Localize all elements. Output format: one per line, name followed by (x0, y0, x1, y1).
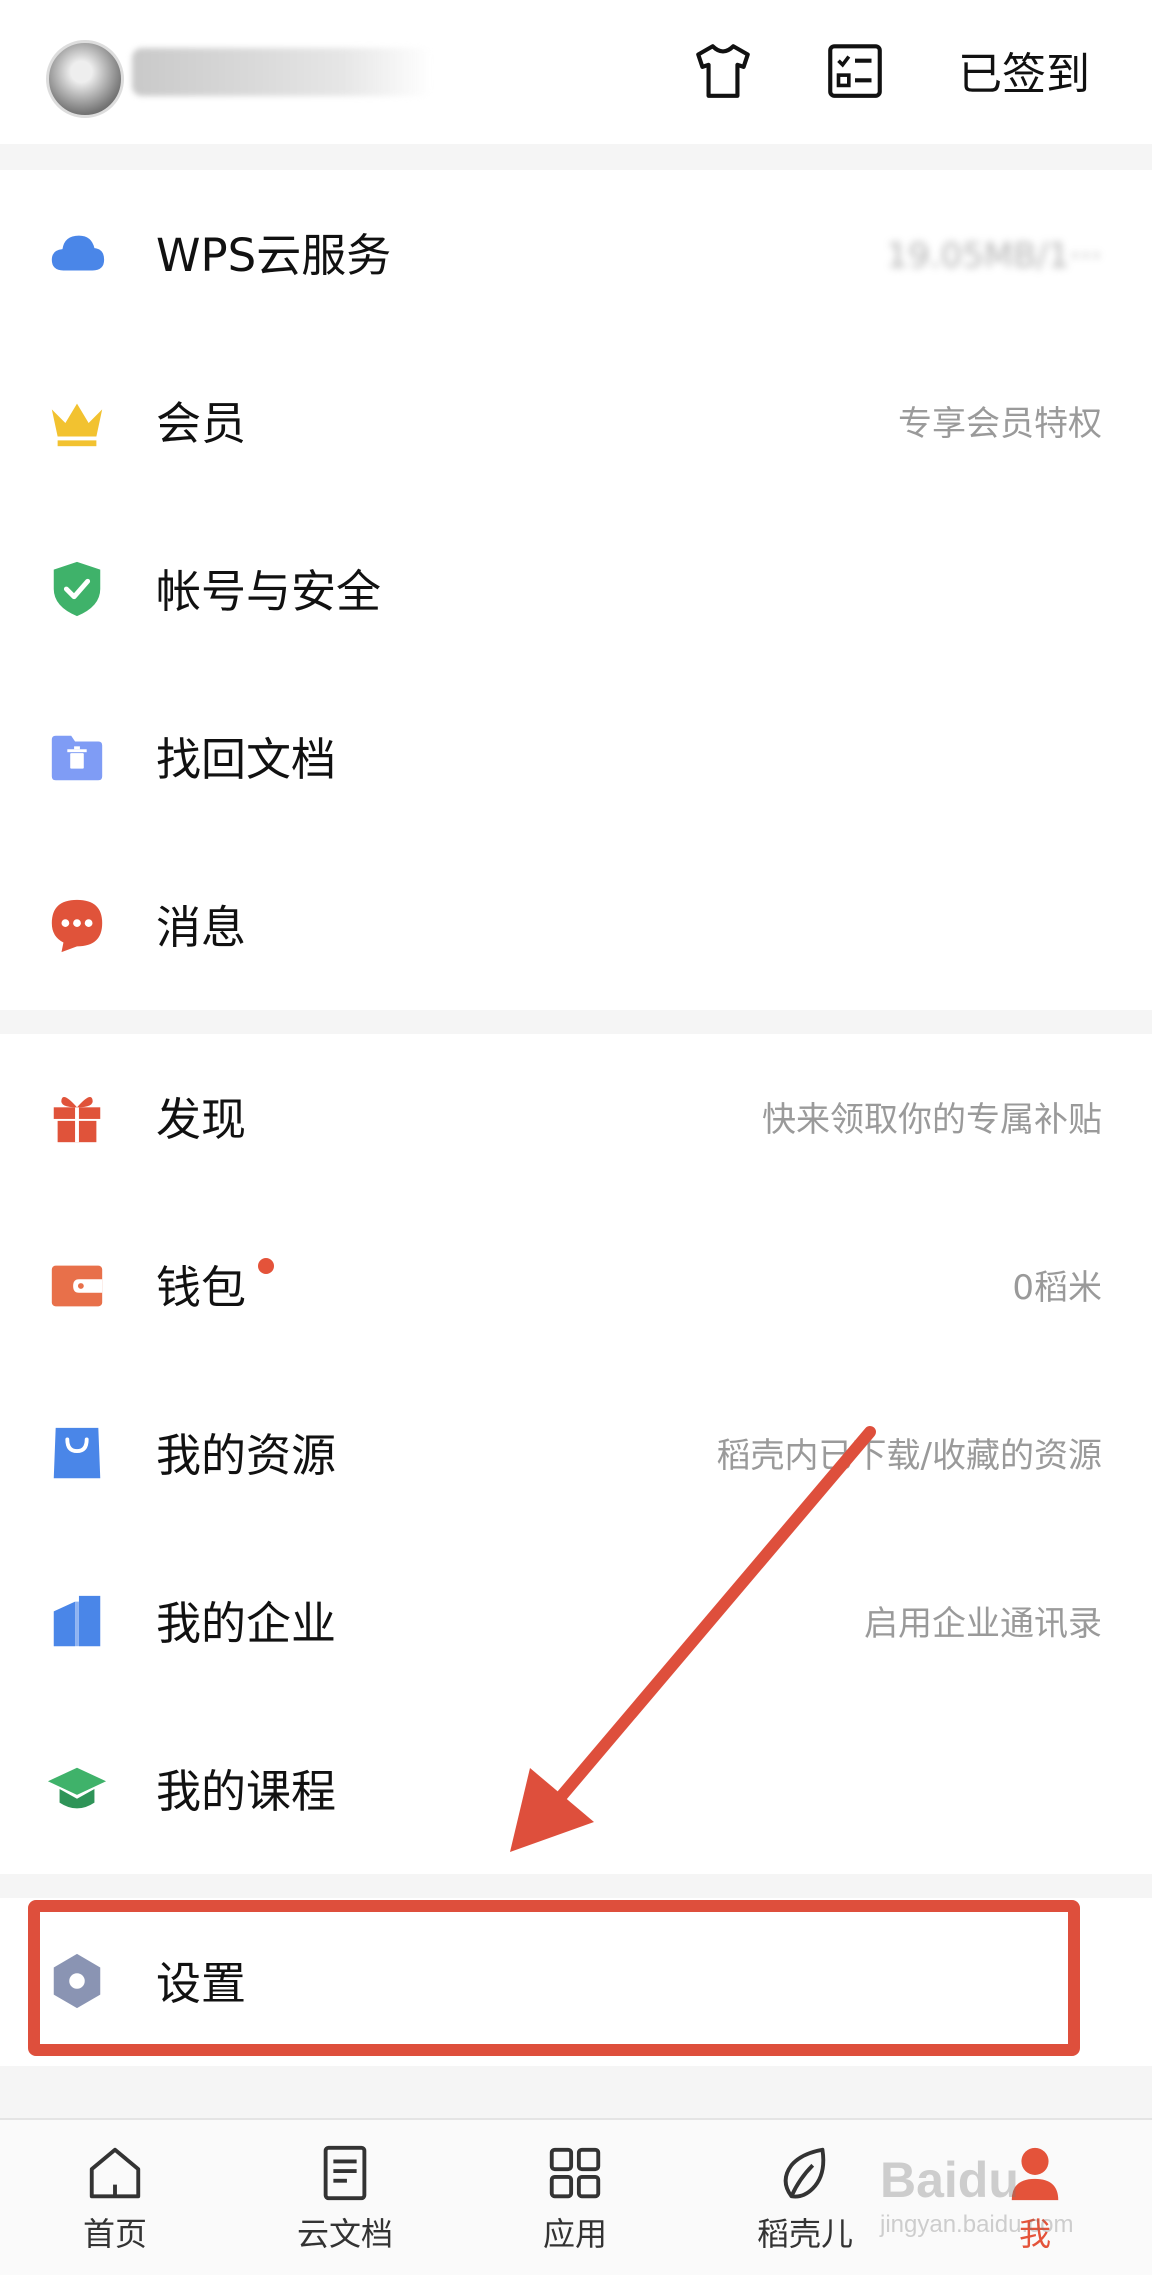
menu-label: 发现 (156, 1093, 247, 1146)
avatar[interactable] (46, 40, 124, 118)
signin-status[interactable]: 已签到 (958, 40, 1090, 110)
username[interactable]: ······ (132, 48, 432, 96)
menu-label: 钱包 (156, 1261, 247, 1314)
menu-label: 我的资源 (156, 1429, 337, 1482)
tab-label: 云文档 (296, 2215, 393, 2253)
menu-item-my-resources[interactable]: 我的资源 稻壳内已下载/收藏的资源 (0, 1370, 1152, 1538)
home-icon (89, 2147, 141, 2199)
shield-icon (46, 558, 108, 620)
me-page: ······ 已签到 WPS云服务 19.05MB/1··· 会员 专享会员特权 (0, 0, 1152, 2275)
tab-label: 应用 (542, 2215, 607, 2253)
tab-daoker[interactable]: 稻壳儿 (730, 2142, 880, 2272)
crown-icon (46, 390, 108, 452)
leaf-icon (783, 2147, 826, 2199)
menu-item-account-security[interactable]: 帐号与安全 (0, 506, 1152, 674)
document-icon (323, 2145, 367, 2201)
tshirt-icon[interactable] (690, 38, 756, 104)
apps-grid-icon (549, 2147, 601, 2199)
menu-value: 稻壳内已下载/收藏的资源 (716, 1436, 1102, 1476)
menu-item-discover[interactable]: 发现 快来领取你的专属补贴 (0, 1034, 1152, 1202)
menu-item-my-enterprise[interactable]: 我的企业 启用企业通讯录 (0, 1538, 1152, 1706)
baidu-watermark: Baidu jingyan.baidu.com (880, 2150, 1130, 2260)
annotation-highlight-box (28, 1900, 1080, 2056)
tab-cloud-docs[interactable]: 云文档 (270, 2142, 420, 2272)
menu-label: 我的企业 (156, 1597, 337, 1650)
menu-value: 0稻米 (1012, 1268, 1102, 1308)
menu-item-my-courses[interactable]: 我的课程 (0, 1706, 1152, 1874)
menu-value: 快来领取你的专属补贴 (762, 1100, 1102, 1140)
tab-home[interactable]: 首页 (40, 2142, 190, 2272)
tab-label: 稻壳儿 (756, 2215, 853, 2253)
cloud-icon (46, 222, 108, 284)
menu-label: 会员 (156, 397, 247, 450)
menu-item-recover-docs[interactable]: 找回文档 (0, 674, 1152, 842)
watermark-url: jingyan.baidu.com (880, 2211, 1074, 2238)
menu-value: 专享会员特权 (898, 404, 1102, 444)
chat-bubble-icon (46, 894, 108, 956)
notification-dot (258, 1258, 274, 1274)
menu-value: 启用企业通讯录 (864, 1604, 1102, 1644)
building-icon (46, 1590, 108, 1652)
menu-item-messages[interactable]: 消息 (0, 842, 1152, 1010)
profile-header: ······ 已签到 (0, 0, 1152, 144)
menu-label: 找回文档 (156, 733, 337, 786)
menu-item-membership[interactable]: 会员 专享会员特权 (0, 338, 1152, 506)
menu-item-wallet[interactable]: 钱包 0稻米 (0, 1202, 1152, 1370)
tab-apps[interactable]: 应用 (500, 2142, 650, 2272)
menu-item-cloud[interactable]: WPS云服务 19.05MB/1··· (0, 170, 1152, 338)
account-section: WPS云服务 19.05MB/1··· 会员 专享会员特权 帐号与安全 找回文档 (0, 170, 1152, 1010)
watermark-brand: Baidu (880, 2152, 1019, 2208)
checklist-icon[interactable] (822, 38, 888, 104)
tab-label: 首页 (82, 2215, 147, 2253)
menu-label: WPS云服务 (156, 229, 392, 282)
menu-label: 我的课程 (156, 1765, 337, 1818)
menu-label: 消息 (156, 901, 247, 954)
menu-label: 帐号与安全 (156, 565, 382, 618)
cloud-storage-usage: 19.05MB/1··· (886, 236, 1102, 276)
wallet-icon (46, 1254, 108, 1316)
services-section: 发现 快来领取你的专属补贴 钱包 0稻米 我的资源 稻壳内已下载/收藏的资源 我… (0, 1034, 1152, 1874)
folder-trash-icon (46, 726, 108, 788)
graduation-cap-icon (46, 1758, 108, 1820)
shopping-bag-icon (46, 1422, 108, 1484)
gift-icon (46, 1086, 108, 1148)
